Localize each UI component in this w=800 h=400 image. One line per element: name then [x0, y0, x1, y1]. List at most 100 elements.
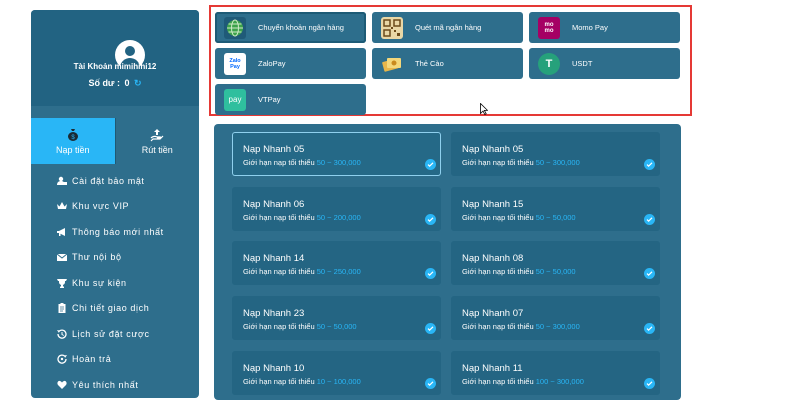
deposit-option-card[interactable]: Nạp Nhanh 07 Giới hạn nạp tối thiểu 50 ~ … — [451, 296, 660, 340]
deposit-option-card[interactable]: Nạp Nhanh 23 Giới hạn nạp tối thiểu 50 ~ … — [232, 296, 441, 340]
deposit-option-card[interactable]: Nạp Nhanh 08 Giới hạn nạp tối thiểu 50 ~ … — [451, 241, 660, 285]
limit-max: 200,000 — [333, 213, 361, 222]
trophy-icon — [57, 278, 67, 288]
menu-item-transactions[interactable]: Chi tiết giao dịch — [31, 296, 199, 322]
limit-max: 50,000 — [552, 267, 576, 276]
payment-method-zalopay[interactable]: Zalo Pay ZaloPay — [215, 48, 366, 79]
limit-range: 10 ~ 100,000 — [317, 377, 361, 386]
check-circle-icon — [644, 378, 655, 389]
menu-item-refund[interactable]: Hoàn trả — [31, 347, 199, 373]
history-icon — [57, 329, 67, 339]
limit-min: 100 — [535, 377, 549, 386]
deposit-option-title: Nạp Nhanh 05 — [462, 144, 524, 155]
zalopay-icon: Zalo Pay — [224, 52, 246, 75]
check-circle-icon — [425, 378, 436, 389]
limit-label: Giới hạn nạp tối thiểu — [243, 267, 315, 276]
check-circle-icon — [644, 268, 655, 279]
deposit-option-title: Nạp Nhanh 08 — [462, 253, 524, 264]
limit-max: 300,000 — [552, 322, 580, 331]
deposit-option-card[interactable]: Nạp Nhanh 15 Giới hạn nạp tối thiểu 50 ~ … — [451, 187, 660, 231]
payment-method-label: Quét mã ngân hàng — [415, 23, 482, 32]
payment-method-usdt[interactable]: T USDT — [529, 48, 680, 79]
limit-label: Giới hạn nạp tối thiểu — [243, 213, 315, 222]
limit-min: 50 — [535, 322, 545, 331]
limit-min: 50 — [535, 267, 545, 276]
limit-range: 50 ~ 200,000 — [317, 213, 361, 222]
limit-min: 50 — [316, 213, 326, 222]
deposit-option-title: Nạp Nhanh 05 — [243, 144, 305, 155]
range-separator: ~ — [546, 158, 551, 167]
deposit-option-title: Nạp Nhanh 23 — [243, 308, 305, 319]
limit-range: 50 ~ 300,000 — [317, 158, 361, 167]
deposit-option-limit: Giới hạn nạp tối thiểu 50 ~ 50,000 — [462, 213, 576, 222]
payment-methods-panel: Chuyển khoản ngân hàng Quét mã ngân hàng… — [209, 5, 692, 116]
limit-max: 100,000 — [333, 377, 361, 386]
limit-label: Giới hạn nạp tối thiểu — [243, 377, 315, 386]
range-separator: ~ — [327, 267, 332, 276]
tab-deposit[interactable]: $ Nạp tiền — [31, 118, 115, 164]
payment-method-scratch-card[interactable]: Thẻ Cào — [372, 48, 523, 79]
payment-method-label: VTPay — [258, 95, 281, 104]
range-separator: ~ — [550, 377, 555, 386]
payment-method-bank-qr[interactable]: Quét mã ngân hàng — [372, 12, 523, 43]
limit-range: 50 ~ 300,000 — [536, 322, 580, 331]
deposit-option-card[interactable]: Nạp Nhanh 05 Giới hạn nạp tối thiểu 50 ~ … — [451, 132, 660, 176]
range-separator: ~ — [327, 322, 332, 331]
limit-range: 50 ~ 50,000 — [536, 267, 576, 276]
limit-label: Giới hạn nạp tối thiểu — [243, 158, 315, 167]
deposit-option-card[interactable]: Nạp Nhanh 05 Giới hạn nạp tối thiểu 50 ~ … — [232, 132, 441, 176]
menu-item-bet-history[interactable]: Lịch sử đặt cược — [31, 321, 199, 347]
menu-item-events[interactable]: Khu sự kiện — [31, 270, 199, 296]
check-circle-icon — [425, 268, 436, 279]
limit-label: Giới hạn nạp tối thiểu — [462, 158, 534, 167]
deposit-option-limit: Giới hạn nạp tối thiểu 50 ~ 300,000 — [462, 322, 580, 331]
limit-min: 50 — [316, 322, 326, 331]
range-separator: ~ — [546, 213, 551, 222]
limit-range: 50 ~ 50,000 — [536, 213, 576, 222]
limit-range: 100 ~ 300,000 — [536, 377, 584, 386]
limit-label: Giới hạn nạp tối thiểu — [243, 322, 315, 331]
check-circle-icon — [425, 159, 436, 170]
menu-item-security[interactable]: Cài đặt bảo mật — [31, 168, 199, 194]
deposit-option-limit: Giới hạn nạp tối thiểu 100 ~ 300,000 — [462, 377, 584, 386]
deposit-option-limit: Giới hạn nạp tối thiểu 50 ~ 250,000 — [243, 267, 361, 276]
momo-logo-text: mo mo — [544, 21, 554, 34]
deposit-option-card[interactable]: Nạp Nhanh 14 Giới hạn nạp tối thiểu 50 ~ … — [232, 241, 441, 285]
tether-icon: T — [538, 52, 560, 75]
tether-logo-text: T — [545, 57, 553, 70]
tab-withdraw[interactable]: Rút tiền — [114, 118, 199, 164]
range-separator: ~ — [327, 377, 332, 386]
tab-deposit-label: Nạp tiền — [55, 144, 90, 155]
limit-label: Giới hạn nạp tối thiểu — [462, 322, 534, 331]
deposit-option-card[interactable]: Nạp Nhanh 11 Giới hạn nạp tối thiểu 100 ~… — [451, 351, 660, 395]
vtpay-logo-text: pay — [228, 95, 242, 104]
limit-max: 300,000 — [556, 377, 584, 386]
payment-method-label: Chuyển khoản ngân hàng — [258, 23, 344, 32]
deposit-option-limit: Giới hạn nạp tối thiểu 50 ~ 300,000 — [243, 158, 361, 167]
payment-method-vtpay[interactable]: pay VTPay — [215, 84, 366, 115]
megaphone-icon — [57, 227, 65, 236]
deposit-option-title: Nạp Nhanh 15 — [462, 199, 524, 210]
payment-method-momo[interactable]: mo mo Momo Pay — [529, 12, 680, 43]
deposit-option-card[interactable]: Nạp Nhanh 06 Giới hạn nạp tối thiểu 50 ~ … — [232, 187, 441, 231]
menu-item-vip[interactable]: Khu vực VIP — [31, 194, 199, 220]
refresh-icon[interactable]: ↻ — [134, 78, 142, 88]
balance-label: Số dư : — [88, 78, 120, 88]
user-lock-icon — [57, 176, 67, 185]
limit-label: Giới hạn nạp tối thiểu — [462, 267, 534, 276]
deposit-option-title: Nạp Nhanh 14 — [243, 253, 305, 264]
menu-item-favorites[interactable]: Yêu thích nhất — [31, 372, 199, 398]
zalopay-logo-text: Zalo Pay — [229, 57, 241, 70]
withdraw-hand-icon — [150, 128, 164, 141]
range-separator: ~ — [546, 267, 551, 276]
account-sidebar: Tài Khoản mimihihi12 Số dư : 0 ↻ $ Nạp t… — [31, 10, 199, 398]
payment-method-label: Momo Pay — [572, 23, 608, 32]
limit-min: 50 — [316, 267, 326, 276]
deposit-option-limit: Giới hạn nạp tối thiểu 50 ~ 200,000 — [243, 213, 361, 222]
deposit-option-card[interactable]: Nạp Nhanh 10 Giới hạn nạp tối thiểu 10 ~ … — [232, 351, 441, 395]
money-bag-icon: $ — [67, 128, 78, 141]
check-circle-icon — [644, 159, 655, 170]
menu-item-inbox[interactable]: Thư nội bộ — [31, 245, 199, 271]
menu-item-notifications[interactable]: Thông báo mới nhất — [31, 219, 199, 245]
payment-method-bank-transfer[interactable]: Chuyển khoản ngân hàng — [215, 12, 366, 43]
